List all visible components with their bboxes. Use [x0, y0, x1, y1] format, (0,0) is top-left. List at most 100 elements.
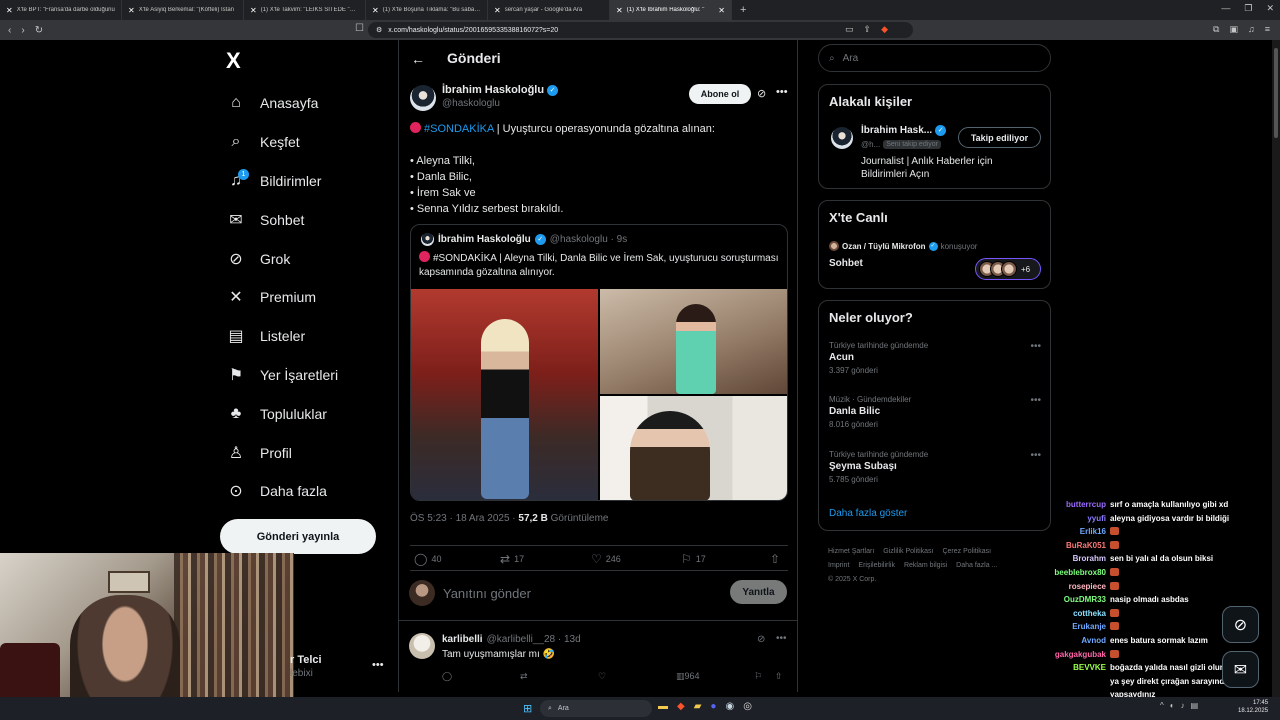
live-listeners[interactable]: +6: [975, 258, 1041, 280]
chat-username[interactable]: Brorahm: [1073, 554, 1106, 563]
related-name[interactable]: İbrahim Hask... ✓: [861, 125, 947, 136]
chat-username[interactable]: butterrcup: [1066, 500, 1106, 509]
taskbar-search[interactable]: ⌕ Ara: [540, 700, 652, 717]
heart-icon[interactable]: ♡: [598, 671, 606, 682]
share-icon[interactable]: ⇪: [864, 24, 872, 35]
trend-item[interactable]: Türkiye tarihinde gündemde Şeyma Subaşı …: [829, 450, 1041, 484]
chat-username[interactable]: yyufi: [1087, 514, 1106, 523]
chat-username[interactable]: BEVVKE: [1073, 663, 1106, 672]
browser-tab[interactable]: ✕ (1) X'te Boşuna Tıklama: "Bu sabah y: [366, 0, 488, 20]
like-action[interactable]: ♡ 246: [591, 552, 621, 566]
chat-username[interactable]: BuRaK051: [1066, 541, 1106, 550]
chat-username[interactable]: beeblebrox80: [1054, 568, 1106, 577]
grok-icon[interactable]: ⊘: [757, 634, 765, 645]
more-icon[interactable]: •••: [776, 633, 787, 644]
reply-author-avatar[interactable]: [409, 633, 435, 659]
trend-item[interactable]: Müzik · Gündemdekiler Danla Bilic 8.016 …: [829, 395, 1041, 429]
nav-item-yer-i-aretleri[interactable]: ⚑ Yer İşaretleri: [226, 356, 338, 395]
nav-item-grok[interactable]: ⊘ Grok: [226, 239, 338, 278]
footer-link[interactable]: Çerez Politikası: [942, 548, 991, 555]
nav-item-sohbet[interactable]: ✉ Sohbet: [226, 200, 338, 239]
network-icon[interactable]: ▤: [1191, 701, 1199, 710]
media-photo-2[interactable]: [600, 289, 787, 394]
search-input[interactable]: ⌕ Ara: [818, 44, 1051, 72]
subscribe-button[interactable]: Abone ol: [689, 84, 751, 104]
quoted-tweet[interactable]: İbrahim Haskoloğlu ✓ @haskologlu · 9s #S…: [410, 224, 788, 501]
messages-float-button[interactable]: ✉: [1222, 651, 1259, 688]
trend-item[interactable]: Türkiye tarihinde gündemde Acun 3.397 gö…: [829, 341, 1041, 375]
following-button[interactable]: Takip ediliyor: [958, 127, 1041, 148]
author-name[interactable]: İbrahim Haskoloğlu ✓: [442, 84, 559, 96]
more-icon[interactable]: •••: [776, 86, 788, 98]
tab-close-icon[interactable]: ✕: [718, 6, 725, 15]
footer-link[interactable]: Imprint: [828, 562, 849, 569]
tray-chevron-icon[interactable]: ^: [1160, 701, 1164, 710]
grok-icon[interactable]: ⊘: [757, 87, 766, 100]
back-arrow-icon[interactable]: ←: [411, 51, 425, 67]
reload-icon[interactable]: ↻: [35, 25, 43, 36]
browser-tab[interactable]: ✕ X'te Asiyiq Berkemal: "(Köfteli) İstan: [122, 0, 244, 20]
music-icon[interactable]: ♫: [1248, 24, 1255, 35]
share-action[interactable]: ⇧: [770, 552, 780, 566]
steam-icon[interactable]: ◉: [725, 701, 734, 712]
chat-username[interactable]: Erlik16: [1080, 527, 1106, 536]
explorer-icon[interactable]: ▰: [694, 701, 702, 712]
browser-tab[interactable]: ✕ (1) X'te Takvim: "LEİKS SİTEDE "ESRA: [244, 0, 366, 20]
grok-float-button[interactable]: ⊘: [1222, 606, 1259, 643]
chat-username[interactable]: rosepiece: [1069, 582, 1106, 591]
nav-item-anasayfa[interactable]: ⌂ Anasayfa: [226, 84, 338, 123]
minimize-icon[interactable]: —: [1221, 3, 1230, 14]
bookmark-icon[interactable]: ⚐: [754, 671, 762, 682]
nav-item-bildirimler[interactable]: ♫ 1 Bildirimler: [226, 162, 338, 201]
reply-action[interactable]: ◯ 40: [414, 552, 441, 566]
media-photo-1[interactable]: [411, 289, 598, 500]
author-handle[interactable]: @haskologlu: [442, 98, 500, 109]
trend-more-icon[interactable]: •••: [1030, 341, 1041, 352]
menu-icon[interactable]: ≡: [1265, 24, 1270, 35]
discord-icon[interactable]: ●: [710, 701, 716, 712]
nav-item-listeler[interactable]: ▤ Listeler: [226, 317, 338, 356]
chat-username[interactable]: OuzDMR33: [1064, 595, 1106, 604]
chat-username[interactable]: Avnod: [1081, 636, 1106, 645]
trend-more-icon[interactable]: •••: [1030, 450, 1041, 461]
footer-link[interactable]: Daha fazla ...: [956, 562, 997, 569]
hashtag-link[interactable]: #SONDAKİKA: [424, 123, 494, 135]
bookmark-action[interactable]: ⚐ 17: [681, 552, 706, 566]
live-host[interactable]: Ozan / Tüylü Mikrofon ✓ konuşuyor: [829, 241, 977, 251]
reply-icon[interactable]: ◯: [442, 671, 452, 682]
taskbar-clock[interactable]: 17:45 18.12.2025: [1238, 699, 1268, 715]
live-room-name[interactable]: Sohbet: [829, 258, 863, 269]
new-tab-icon[interactable]: +: [732, 4, 754, 16]
wallet-icon[interactable]: ▣: [1229, 24, 1238, 35]
repost-icon[interactable]: ⇄: [520, 671, 528, 682]
related-avatar[interactable]: [831, 127, 853, 149]
speaker-icon[interactable]: ♪: [1181, 701, 1185, 710]
page-scrollbar[interactable]: [1272, 40, 1280, 697]
chat-username[interactable]: Erukanje: [1072, 622, 1106, 631]
trend-more-icon[interactable]: •••: [1030, 395, 1041, 406]
browser-tab[interactable]: ✕ sercan yaşar - Google'da Ara: [488, 0, 610, 20]
reply-button[interactable]: Yanıtla: [730, 580, 787, 604]
chat-username[interactable]: cottheka: [1073, 609, 1106, 618]
tray-app-icon[interactable]: ◐: [1170, 701, 1175, 710]
account-more-icon[interactable]: •••: [372, 659, 384, 671]
windows-start-icon[interactable]: ⊞: [523, 702, 532, 715]
browser-tab[interactable]: ✕ (1) X'te İbrahim Haskoloğlu: " ✕: [610, 0, 732, 20]
repost-action[interactable]: ⇄ 17: [500, 552, 524, 566]
nav-item-profil[interactable]: ♙ Profil: [226, 433, 338, 472]
url-field[interactable]: ⚙ x.com/haskologlu/status/20016595335388…: [368, 22, 913, 38]
close-window-icon[interactable]: ✕: [1266, 3, 1274, 14]
post-button[interactable]: Gönderi yayınla: [220, 519, 376, 554]
brave-icon[interactable]: ◆: [677, 701, 685, 712]
show-more-link[interactable]: Daha fazla göster: [829, 508, 907, 519]
footer-link[interactable]: Reklam bilgisi: [904, 562, 947, 569]
obs-icon[interactable]: ◎: [743, 701, 752, 712]
site-settings-icon[interactable]: ⚙: [376, 26, 382, 34]
brave-shield-icon[interactable]: ◆: [881, 24, 888, 35]
media-photo-3[interactable]: [600, 396, 787, 500]
scrollbar-thumb[interactable]: [1274, 48, 1278, 138]
share-icon[interactable]: ⇧: [775, 671, 783, 682]
nav-item-ke-fet[interactable]: ⌕ Keşfet: [226, 123, 338, 162]
nav-item-topluluklar[interactable]: ♣ Topluluklar: [226, 394, 338, 433]
author-avatar[interactable]: [410, 85, 436, 111]
